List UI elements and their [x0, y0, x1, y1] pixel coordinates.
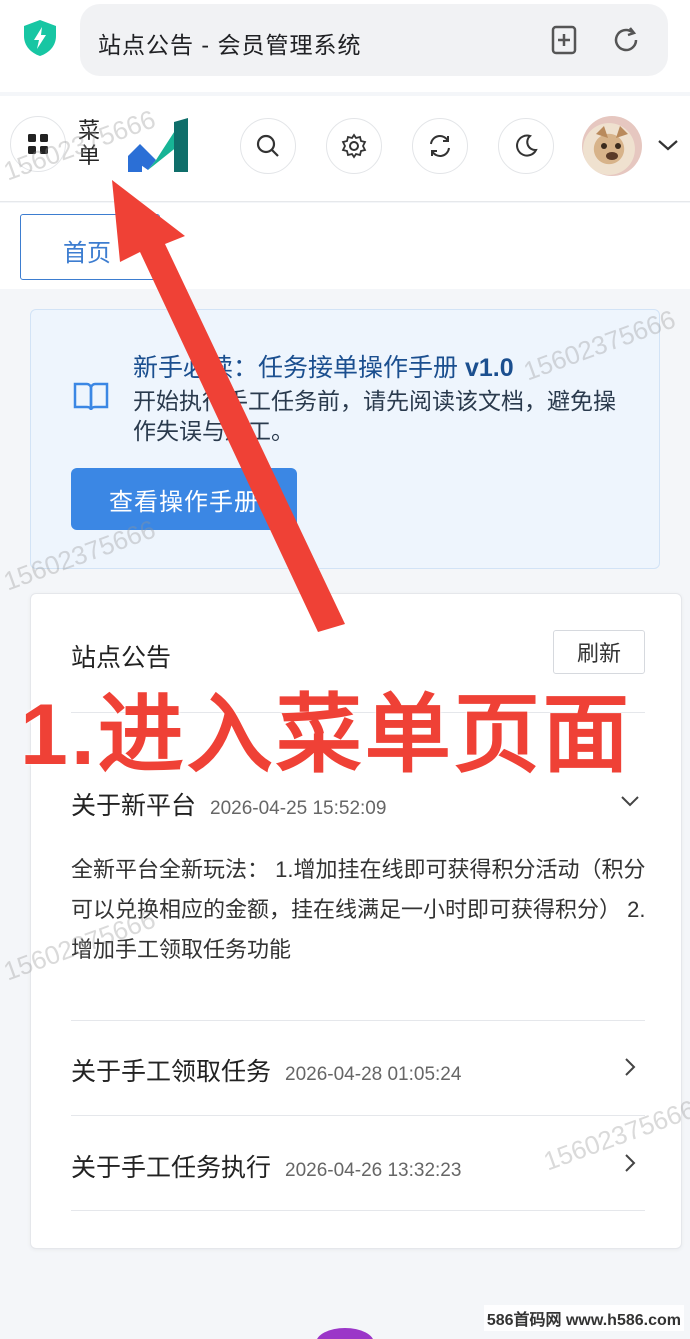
grid-icon [28, 134, 48, 154]
guide-description: 开始执行手工任务前，请先阅读该文档，避免操作失误与返工。 [133, 388, 616, 444]
divider [71, 1115, 645, 1116]
item-title: 关于手工领取任务 [71, 1058, 272, 1086]
moon-icon [516, 134, 538, 157]
sync-button[interactable] [412, 118, 468, 174]
sync-icon [430, 135, 450, 157]
address-bar[interactable]: 站点公告 - 会员管理系统 [80, 4, 668, 76]
item-time: 2026-04-28 01:05:24 [285, 1064, 462, 1085]
tab-bar: 首页 [0, 203, 690, 289]
announcement-item-1[interactable]: 关于新平台 2026-04-25 15:52:09 [71, 786, 386, 822]
app-header: 菜单 [0, 96, 690, 202]
floating-action-button[interactable] [316, 1328, 374, 1339]
announcement-item-3[interactable]: 关于手工任务执行 2026-04-26 13:32:23 [71, 1148, 461, 1184]
settings-button[interactable] [326, 118, 382, 174]
avatar[interactable] [582, 116, 642, 176]
guide-version: v1.0 [464, 354, 514, 382]
chevron-right-icon[interactable] [619, 1056, 641, 1078]
item-title: 关于新平台 [71, 792, 197, 820]
tab-home[interactable]: 首页 [20, 214, 160, 280]
announcement-item-2[interactable]: 关于手工领取任务 2026-04-28 01:05:24 [71, 1052, 461, 1088]
instruction-caption: 1.进入菜单页面 [20, 687, 632, 783]
guide-card: 新手必读：任务接单操作手册 v1.0 开始执行手工任务前，请先阅读该文档，避免操… [30, 309, 660, 569]
chevron-down-icon[interactable] [656, 136, 680, 154]
book-icon [73, 382, 109, 411]
search-icon [256, 134, 279, 157]
menu-label[interactable]: 菜单 [78, 118, 104, 168]
theme-toggle-button[interactable] [498, 118, 554, 174]
chevron-down-icon[interactable] [619, 790, 641, 812]
gear-icon [341, 133, 367, 159]
menu-button[interactable] [10, 116, 66, 172]
dog-avatar-image [596, 126, 628, 160]
search-button[interactable] [240, 118, 296, 174]
divider [71, 1020, 645, 1021]
brand-logo [128, 118, 188, 172]
item-time: 2026-04-25 15:52:09 [210, 798, 387, 819]
shield-icon[interactable] [20, 18, 60, 58]
view-manual-button[interactable]: 查看操作手册 [71, 468, 297, 530]
browser-toolbar: 站点公告 - 会员管理系统 [0, 0, 690, 92]
announcement-item-body: 全新平台全新玩法： 1.增加挂在线即可获得积分活动（积分可以兑换相应的金额，挂在… [71, 857, 646, 962]
divider [71, 1210, 645, 1211]
bookmark-add-icon[interactable] [548, 24, 580, 56]
site-credit: 586首码网 www.h586.com [483, 1305, 684, 1331]
item-title: 关于手工任务执行 [71, 1154, 272, 1182]
guide-title: 新手必读：任务接单操作手册 v1.0 [133, 348, 514, 384]
chevron-right-icon[interactable] [619, 1152, 641, 1174]
guide-title-text: 新手必读：任务接单操作手册 [133, 354, 465, 382]
reload-icon[interactable] [610, 24, 642, 56]
item-time: 2026-04-26 13:32:23 [285, 1160, 462, 1181]
page-title: 站点公告 - 会员管理系统 [98, 32, 362, 58]
